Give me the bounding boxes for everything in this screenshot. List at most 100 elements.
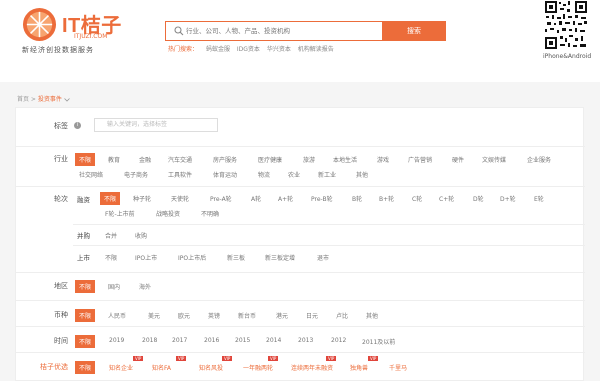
round-option[interactable]: 战略投资 [156, 209, 180, 218]
logo[interactable]: IT桔子 ITJUZI.COM 新经济创投数据服务 [22, 5, 132, 55]
industry-option[interactable]: 游戏 [377, 155, 389, 164]
time-option[interactable]: 2018 [142, 337, 157, 344]
hot-search-link[interactable]: IDG资本 [237, 46, 260, 53]
time-option[interactable]: 2016 [204, 337, 219, 344]
info-icon[interactable]: i [74, 122, 81, 129]
juzi-option[interactable]: 知名风投 [199, 363, 223, 372]
industry-option[interactable]: 物流 [258, 170, 270, 179]
currency-option[interactable]: 其他 [366, 311, 378, 320]
hot-search-label: 热门搜索： [168, 46, 199, 53]
round-option[interactable]: C轮 [412, 194, 422, 203]
industry-option[interactable]: 教育 [108, 155, 120, 164]
time-option[interactable]: 2019 [109, 337, 124, 344]
time-option[interactable]: 2012 [331, 337, 346, 344]
time-option[interactable]: 2011及以前 [362, 337, 395, 346]
currency-option[interactable]: 不限 [75, 309, 96, 322]
industry-option[interactable]: 工具软件 [168, 170, 192, 179]
currency-option[interactable]: 欧元 [178, 311, 190, 320]
round-option[interactable]: B+轮 [379, 194, 394, 203]
region-option[interactable]: 海外 [139, 282, 151, 291]
filter-row-juzi: 桔子优选 不限 VIP 知名企业 VIP 知名FA VIP 知名风投 VIP 一… [16, 352, 585, 381]
round-option[interactable]: D+轮 [500, 194, 516, 203]
round-option[interactable]: Pre-A轮 [210, 194, 232, 203]
search-button[interactable]: 搜索 [382, 21, 446, 41]
round-ipo-option[interactable]: 新三板定增 [265, 253, 295, 262]
industry-option[interactable]: 体育运动 [213, 170, 237, 179]
currency-option[interactable]: 英镑 [208, 311, 220, 320]
juzi-option[interactable]: 独角兽 [350, 363, 368, 372]
round-option[interactable]: A轮 [251, 194, 261, 203]
tag-input[interactable]: 输入关键词，选择标签 [94, 118, 218, 132]
round-ipo-option[interactable]: 新三板 [227, 253, 245, 262]
hot-search-link[interactable]: 机构解读报告 [298, 46, 334, 53]
industry-option[interactable]: 汽车交通 [168, 155, 192, 164]
industry-option[interactable]: 不限 [75, 153, 96, 166]
time-option[interactable]: 不限 [75, 335, 96, 348]
juzi-option[interactable]: 千里马 [389, 363, 407, 372]
time-option[interactable]: 2015 [235, 337, 250, 344]
breadcrumb-home[interactable]: 首页 [17, 96, 29, 103]
filter-row-currency: 币种 不限 人民币 美元 欧元 英镑 新台币 港元 日元 卢比 其他 [16, 300, 585, 326]
time-option[interactable]: 2013 [298, 337, 313, 344]
juzi-option[interactable]: 一年融两轮 [243, 363, 273, 372]
currency-option[interactable]: 新台币 [238, 311, 256, 320]
round-option[interactable]: 不明确 [201, 209, 219, 218]
round-ma-option[interactable]: 收购 [135, 231, 147, 240]
round-sub-label-financing: 融资 [77, 196, 90, 204]
round-option[interactable]: A+轮 [278, 194, 293, 203]
hot-search-link[interactable]: 蚂蚁金服 [206, 46, 230, 53]
round-ipo-option[interactable]: IPO上市后 [178, 253, 206, 262]
chevron-down-icon[interactable] [64, 97, 70, 102]
time-option[interactable]: 2014 [266, 337, 281, 344]
juzi-option[interactable]: 连续两年未融资 [291, 363, 333, 372]
industry-option[interactable]: 硬件 [452, 155, 464, 164]
industry-option[interactable]: 金融 [139, 155, 151, 164]
vip-badge: VIP [133, 356, 144, 361]
industry-option[interactable]: 其他 [356, 170, 368, 179]
round-option[interactable]: 天使轮 [171, 194, 189, 203]
industry-option[interactable]: 房产服务 [213, 155, 237, 164]
round-option[interactable]: Pre-B轮 [311, 194, 333, 203]
currency-option[interactable]: 美元 [148, 311, 160, 320]
search-icon [174, 26, 184, 36]
industry-option[interactable]: 企业服务 [527, 155, 551, 164]
industry-option[interactable]: 社交网络 [79, 170, 103, 179]
juzi-option[interactable]: 不限 [75, 361, 96, 374]
round-ipo-option[interactable]: IPO上市 [135, 253, 157, 262]
currency-option[interactable]: 人民币 [108, 311, 126, 320]
breadcrumb-current[interactable]: 投资事件 [38, 96, 62, 103]
search-input[interactable] [186, 22, 376, 40]
industry-option[interactable]: 文娱传媒 [482, 155, 506, 164]
industry-option[interactable]: 电子商务 [124, 170, 148, 179]
region-option[interactable]: 不限 [75, 280, 96, 293]
industry-option[interactable]: 农业 [288, 170, 300, 179]
round-option[interactable]: 种子轮 [133, 194, 151, 203]
round-option[interactable]: 不限 [100, 192, 121, 205]
juzi-option[interactable]: 知名企业 [109, 363, 133, 372]
round-option[interactable]: B轮 [352, 194, 362, 203]
filter-row-round: 轮次 融资 不限 种子轮 天使轮 Pre-A轮 A轮 A+轮 Pre-B轮 B轮… [16, 186, 585, 272]
round-option[interactable]: D轮 [473, 194, 484, 203]
juzi-option[interactable]: 知名FA [152, 363, 171, 372]
round-option[interactable]: E轮 [534, 194, 544, 203]
filter-row-tag: 标签 i 输入关键词，选择标签 [16, 108, 585, 146]
round-ipo-option[interactable]: 不限 [105, 253, 117, 262]
currency-option[interactable]: 日元 [306, 311, 318, 320]
industry-option[interactable]: 广告营销 [408, 155, 432, 164]
currency-option[interactable]: 港元 [276, 311, 288, 320]
hot-search-link[interactable]: 华兴资本 [267, 46, 291, 53]
industry-option[interactable]: 本地生活 [333, 155, 357, 164]
round-ma-option[interactable]: 合并 [105, 231, 117, 240]
industry-option[interactable]: 旅游 [303, 155, 315, 164]
region-option[interactable]: 国内 [108, 282, 120, 291]
currency-option[interactable]: 卢比 [336, 311, 348, 320]
industry-option[interactable]: 医疗健康 [258, 155, 282, 164]
time-option[interactable]: 2017 [172, 337, 187, 344]
breadcrumb-separator: > [29, 96, 38, 103]
filter-row-time: 时间 不限 2019 2018 2017 2016 2015 2014 2013… [16, 326, 585, 352]
round-ipo-option[interactable]: 退市 [317, 253, 329, 262]
round-option[interactable]: F轮-上市前 [105, 209, 135, 218]
round-option[interactable]: C+轮 [439, 194, 454, 203]
industry-option[interactable]: 新工业 [318, 170, 336, 179]
round-sub-label-ipo: 上市 [77, 254, 90, 262]
